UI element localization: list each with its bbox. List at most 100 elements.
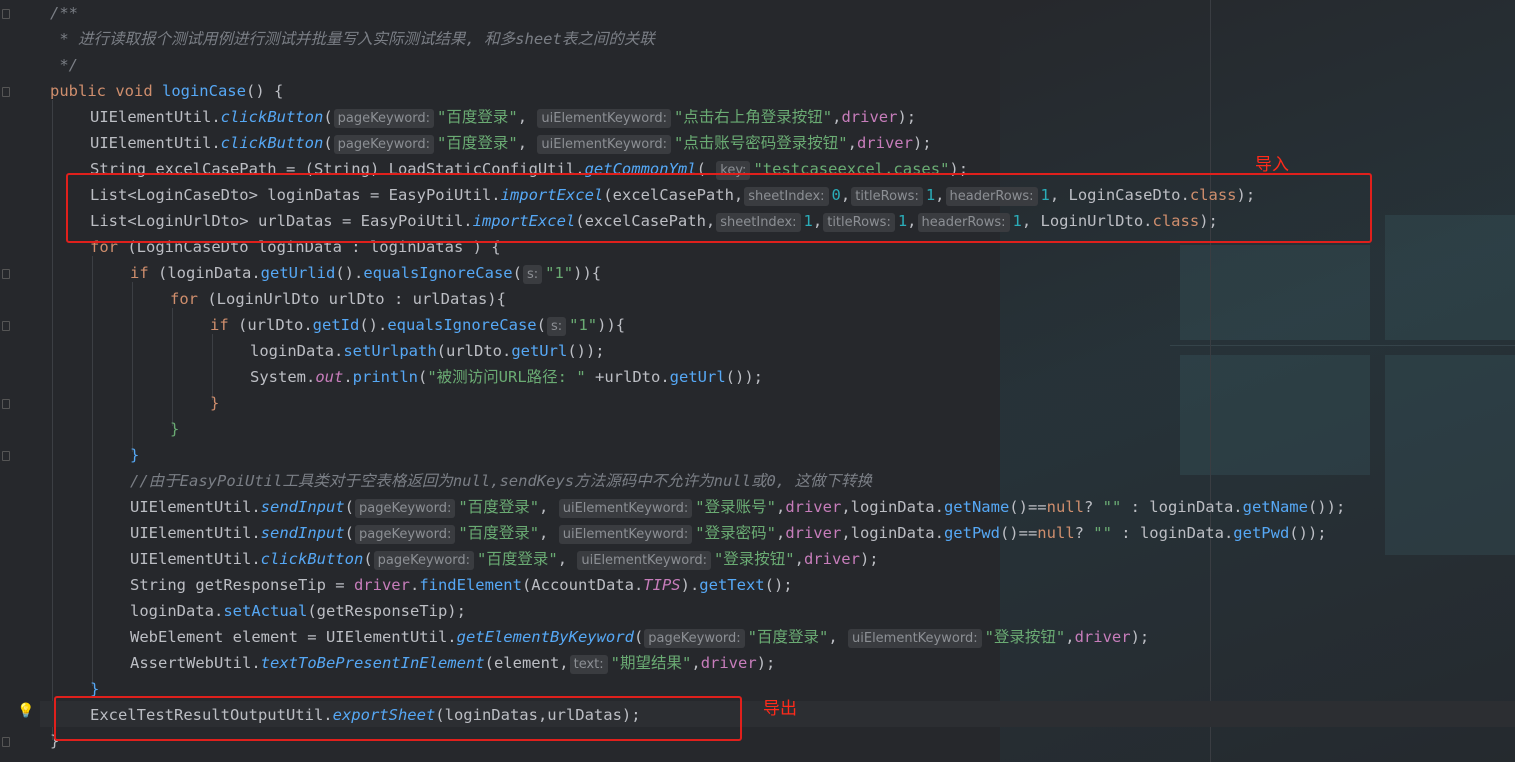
code-token: ()); xyxy=(725,368,763,386)
code-line[interactable]: AssertWebUtil.textToBePresentInElement(e… xyxy=(130,650,775,676)
wallpaper-pane xyxy=(1385,355,1515,555)
parameter-hint: pageKeyword: xyxy=(333,135,435,154)
code-token: loginData. xyxy=(130,602,224,620)
code-line[interactable]: //由于EasyPoiUtil工具类对于空表格返回为null,sendKeys方… xyxy=(130,468,872,494)
code-line[interactable]: } xyxy=(130,442,139,468)
code-line[interactable]: if (urlDto.getId().equalsIgnoreCase(s: "1… xyxy=(210,312,625,338)
code-token: (urlDto. xyxy=(238,316,313,334)
code-token: ,loginData. xyxy=(841,498,944,516)
code-line[interactable]: UIElementUtil.clickButton(pageKeyword: "百… xyxy=(130,546,879,572)
code-token: driver xyxy=(1074,628,1131,646)
wallpaper-pane xyxy=(1180,245,1370,340)
code-token: null xyxy=(1037,524,1075,542)
code-token: WebElement element = UIElementUtil. xyxy=(130,628,457,646)
code-token: "登录账号" xyxy=(695,498,776,516)
code-token: ); xyxy=(859,550,879,568)
code-token: ); xyxy=(912,134,932,152)
code-line[interactable]: System.out.println("被测访问URL路径: " +urlDto… xyxy=(250,364,763,390)
code-line[interactable]: /** xyxy=(50,0,78,26)
code-token: "百度登录" xyxy=(437,108,518,126)
code-token: , xyxy=(691,654,701,672)
code-token: "" xyxy=(1093,524,1112,542)
parameter-hint: uiElementKeyword: xyxy=(558,525,693,544)
code-token: setUrlpath xyxy=(343,342,437,360)
code-token: if xyxy=(130,264,158,282)
code-token: TIPS xyxy=(643,576,681,594)
parameter-hint: uiElementKeyword: xyxy=(537,109,671,128)
code-line[interactable]: * 进行读取报个测试用例进行测试并批量写入实际测试结果, 和多sheet表之间的… xyxy=(50,26,655,52)
code-token: null xyxy=(1046,498,1084,516)
code-token: loginData. xyxy=(250,342,344,360)
code-line[interactable]: UIElementUtil.sendInput(pageKeyword: "百度登… xyxy=(130,494,1345,520)
code-line[interactable]: if (loginData.getUrlid().equalsIgnoreCas… xyxy=(130,260,601,286)
code-token: UIElementUtil. xyxy=(130,498,261,516)
code-token: getUrl xyxy=(511,342,568,360)
code-token: (AccountData. xyxy=(521,576,644,594)
code-line[interactable]: UIElementUtil.sendInput(pageKeyword: "百度登… xyxy=(130,520,1327,546)
code-token: (loginData. xyxy=(158,264,261,282)
parameter-hint: uiElementKeyword: xyxy=(537,135,671,154)
code-line[interactable]: loginData.setUrlpath(urlDto.getUrl()); xyxy=(250,338,605,364)
code-token: (getResponseTip); xyxy=(307,602,466,620)
code-token: "百度登录" xyxy=(458,498,540,516)
fold-marker[interactable] xyxy=(2,321,10,331)
fold-marker[interactable] xyxy=(2,9,10,19)
code-token: (). xyxy=(359,316,388,334)
code-token: getElementByKeyword xyxy=(456,628,634,646)
code-token: , xyxy=(794,550,804,568)
code-token: getId xyxy=(312,316,360,334)
code-line[interactable]: UIElementUtil.clickButton(pageKeyword: "百… xyxy=(90,104,916,130)
code-line[interactable]: String getResponseTip = driver.findEleme… xyxy=(130,572,793,598)
code-token: String getResponseTip = xyxy=(130,576,354,594)
code-token: , xyxy=(517,134,537,152)
code-token: , xyxy=(775,498,786,516)
code-token: , xyxy=(1065,628,1075,646)
lightbulb-icon[interactable]: 💡 xyxy=(17,703,34,719)
code-line[interactable]: } xyxy=(210,390,219,416)
code-token: , xyxy=(539,524,558,542)
code-line[interactable]: WebElement element = UIElementUtil.getEl… xyxy=(130,624,1149,650)
fold-marker[interactable] xyxy=(2,399,10,409)
fold-marker[interactable] xyxy=(2,737,10,747)
fold-marker[interactable] xyxy=(2,269,10,279)
editor-gutter[interactable] xyxy=(0,0,40,762)
export-label: 导出 xyxy=(763,699,797,719)
indent-guide xyxy=(132,282,133,452)
parameter-hint: text: xyxy=(569,655,608,674)
import-label: 导入 xyxy=(1255,155,1289,175)
fold-marker[interactable] xyxy=(2,87,10,97)
code-token: ( xyxy=(633,628,644,646)
code-token: ); xyxy=(1130,628,1150,646)
code-line[interactable]: public void loginCase() { xyxy=(50,78,283,104)
code-token: driver xyxy=(700,654,757,672)
code-token: out xyxy=(315,368,344,386)
code-token: ()); xyxy=(1289,524,1327,542)
parameter-hint: pageKeyword: xyxy=(355,525,456,544)
code-token: (urlDto. xyxy=(436,342,512,360)
code-token: getName xyxy=(1242,498,1308,516)
code-token: ( xyxy=(323,108,333,126)
code-line[interactable]: for (LoginUrlDto urlDto : urlDatas){ xyxy=(170,286,506,312)
code-token: , xyxy=(847,134,857,152)
wallpaper-pane xyxy=(1180,355,1370,475)
parameter-hint: uiElementKeyword: xyxy=(558,499,693,518)
code-token: ()); xyxy=(1307,498,1346,516)
code-line[interactable]: UIElementUtil.clickButton(pageKeyword: "百… xyxy=(90,130,932,156)
code-token: ( xyxy=(536,316,546,334)
code-line[interactable]: loginData.setActual(getResponseTip); xyxy=(130,598,466,624)
code-token: equalsIgnoreCase xyxy=(363,264,513,282)
code-token: "被测访问URL路径: " xyxy=(427,368,586,386)
code-token: findElement xyxy=(419,576,522,594)
code-line[interactable]: } xyxy=(170,416,179,442)
code-token: , xyxy=(517,108,537,126)
parameter-hint: uiElementKeyword: xyxy=(577,551,711,570)
fold-marker[interactable] xyxy=(2,451,10,461)
code-token: "点击右上角登录按钮" xyxy=(673,108,833,126)
code-token: ,loginData. xyxy=(841,524,944,542)
code-token: getUrl xyxy=(669,368,726,386)
code-token: (element, xyxy=(484,654,569,672)
code-token: //由于EasyPoiUtil工具类对于空表格返回为null,sendKeys方… xyxy=(130,472,872,490)
code-token: for xyxy=(170,290,208,308)
code-line[interactable]: */ xyxy=(50,52,78,78)
code-token: loginCase xyxy=(161,82,246,100)
